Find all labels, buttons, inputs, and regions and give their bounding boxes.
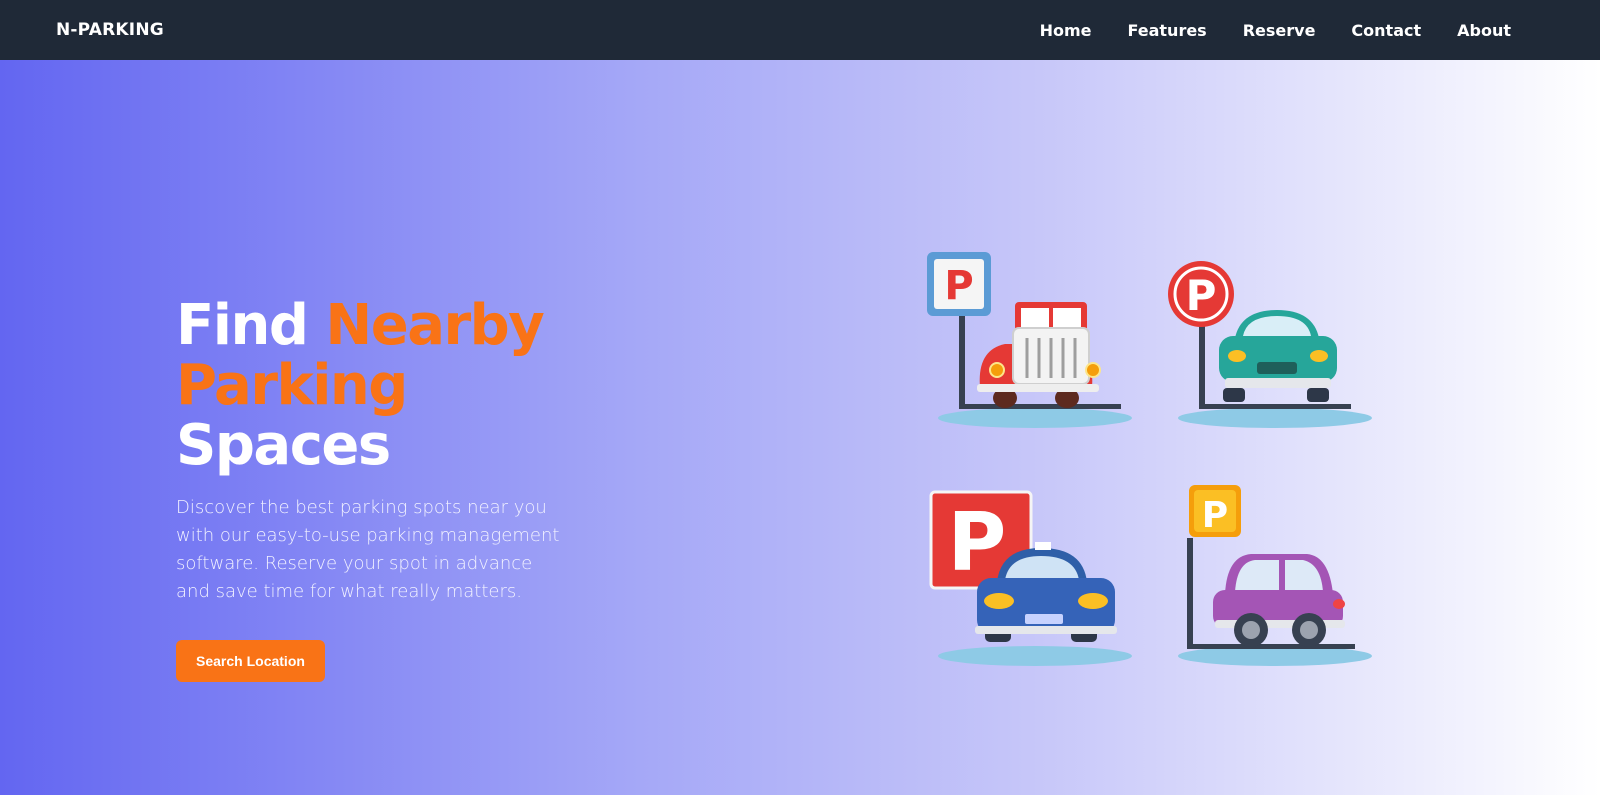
parking-sign-orange-icon: P xyxy=(1189,485,1241,537)
parking-scene-blue-car: P xyxy=(929,490,1132,666)
nav-link-features[interactable]: Features xyxy=(1127,21,1206,40)
svg-text:P: P xyxy=(1202,495,1228,536)
parking-scene-red-car: P xyxy=(927,252,1132,428)
svg-text:P: P xyxy=(948,496,1007,589)
parking-illustration: P P P P xyxy=(927,252,1415,672)
navbar: N-PARKING Home Features Reserve Contact … xyxy=(0,0,1600,60)
nav-link-home[interactable]: Home xyxy=(1040,21,1092,40)
car-icon xyxy=(977,302,1101,408)
headline-word-find: Find xyxy=(176,293,326,358)
parking-illustration-svg: P P P P xyxy=(927,252,1372,666)
car-icon xyxy=(1219,310,1337,402)
car-icon xyxy=(1213,554,1345,647)
nav-link-reserve[interactable]: Reserve xyxy=(1243,21,1316,40)
svg-text:P: P xyxy=(944,263,973,309)
hero-headline: Find Nearby Parking Spaces xyxy=(176,296,636,476)
headline-word-spaces: Spaces xyxy=(176,413,391,478)
parking-scene-teal-car: P xyxy=(1168,261,1372,428)
headline-word-parking: Parking xyxy=(176,353,408,418)
parking-sign-icon: P xyxy=(927,252,991,316)
nav-link-about[interactable]: About xyxy=(1457,21,1511,40)
brand-logo[interactable]: N-PARKING xyxy=(56,20,164,40)
hero-description: Discover the best parking spots near you… xyxy=(176,497,560,602)
svg-text:P: P xyxy=(1186,271,1217,320)
nav-links: Home Features Reserve Contact About xyxy=(1040,21,1511,40)
hero-section: Find Nearby Parking Spaces Discover the … xyxy=(0,60,1600,795)
parking-scene-purple-car: P xyxy=(1178,485,1372,666)
headline-word-nearby: Nearby xyxy=(325,293,544,358)
search-location-button[interactable]: Search Location xyxy=(176,640,325,682)
nav-link-contact[interactable]: Contact xyxy=(1351,21,1421,40)
hero-text: Find Nearby Parking Spaces Discover the … xyxy=(176,296,636,682)
parking-sign-round-icon: P xyxy=(1168,261,1234,327)
